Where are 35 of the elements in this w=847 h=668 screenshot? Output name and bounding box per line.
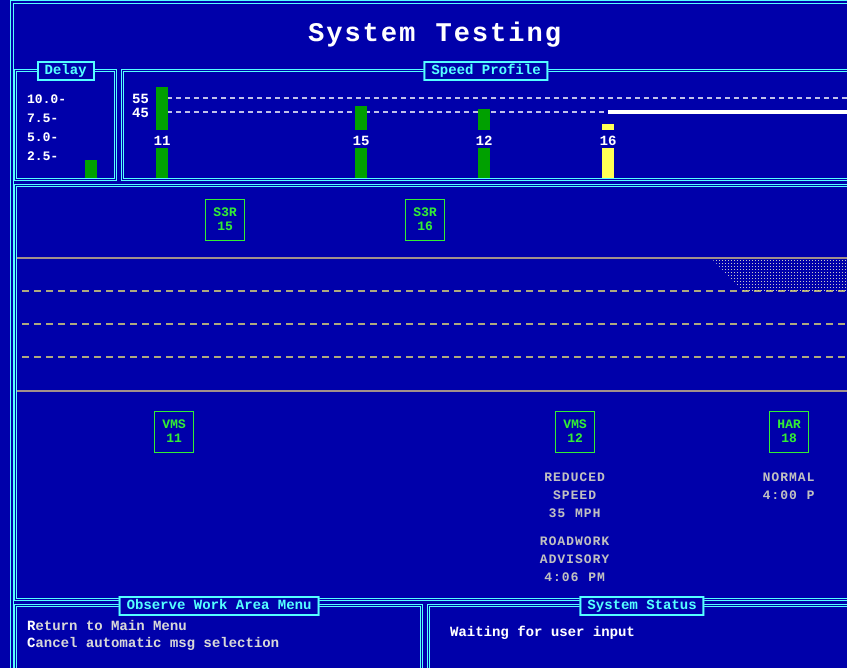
panel-title: Delay — [36, 61, 94, 81]
sign-message-line: REDUCED — [544, 469, 606, 487]
sign-message-line: 35 MPH — [548, 505, 602, 523]
station-bar — [602, 148, 614, 178]
menu-item[interactable]: Return to Main Menu — [27, 619, 410, 636]
sign-marker[interactable]: VMS 12 — [555, 411, 595, 453]
sign-marker[interactable]: HAR 18 — [769, 411, 809, 453]
station-bar — [355, 148, 367, 178]
station-label: 16 — [600, 134, 616, 150]
delay-tick-label: 7.5- — [27, 110, 60, 128]
sign-message-line: SPEED — [552, 487, 597, 505]
delay-tick-label: 2.5- — [27, 148, 60, 166]
sign-marker[interactable]: VMS 11 — [154, 411, 194, 453]
station-label: 12 — [476, 134, 492, 150]
window-title: System Testing — [308, 20, 563, 50]
speed-scale-label: 45 — [132, 106, 149, 122]
panel-title: System Status — [579, 596, 705, 616]
station-label: 11 — [154, 134, 170, 150]
station-bar — [478, 148, 490, 178]
panel-title: Observe Work Area Menu — [118, 596, 320, 616]
sign-message-line: ADVISORY — [540, 551, 610, 569]
menu-item[interactable]: Cancel automatic msg selection — [27, 636, 410, 653]
sign-message-line: NORMAL — [762, 469, 816, 487]
sign-message-line: 4:00 P — [762, 487, 816, 505]
panel-title: Speed Profile — [423, 61, 549, 81]
status-message: Waiting for user input — [449, 624, 636, 643]
delay-tick-label: 5.0- — [27, 129, 60, 147]
sign-message-line: 4:06 PM — [544, 569, 606, 587]
delay-tick-label: 10.0- — [27, 91, 66, 109]
sign-message-line: ROADWORK — [540, 533, 610, 551]
station-bar — [156, 148, 168, 178]
station-label: 15 — [352, 134, 370, 150]
detector-marker[interactable]: S3R 16 — [405, 199, 445, 241]
detector-marker[interactable]: S3R 15 — [205, 199, 245, 241]
speed-scale-label: 55 — [132, 92, 149, 108]
